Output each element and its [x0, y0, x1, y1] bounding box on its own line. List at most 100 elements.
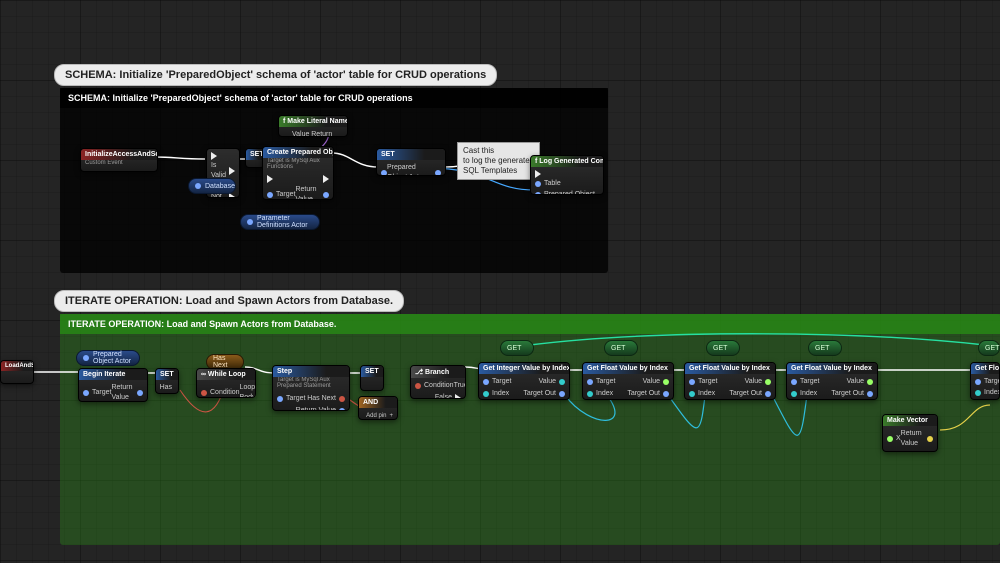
exec-pin-out[interactable]: [229, 167, 235, 175]
pin-label: Target: [698, 377, 717, 387]
node-custom-event[interactable]: InitializeAccessAndSchema Custom Event: [80, 148, 158, 172]
node-step[interactable]: Step Target is MySql Aux Prepared Statem…: [272, 365, 350, 411]
node-while-loop[interactable]: ∞ While Loop Condition Loop Body Complet…: [196, 368, 256, 398]
node-title: Get Integer Value by Index: [479, 363, 569, 374]
node-set[interactable]: SET: [360, 365, 384, 391]
data-pin-in[interactable]: [689, 391, 695, 397]
data-pin-in[interactable]: [535, 192, 541, 195]
node-and[interactable]: AND Add pin +: [358, 396, 398, 420]
node-log-generated-commands[interactable]: f Log Generated Commands Table Prepared …: [530, 155, 604, 195]
pin-label: Target Out: [729, 389, 762, 399]
data-pin-out[interactable]: [323, 192, 329, 198]
node-get[interactable]: GET: [978, 340, 1000, 356]
pin-label: Return Value: [111, 383, 134, 402]
data-pin-in[interactable]: [483, 379, 489, 385]
pin-label: Value: [847, 377, 864, 387]
exec-pin-out[interactable]: [455, 394, 461, 399]
node-custom-event[interactable]: LoadAndSpawnActors: [0, 360, 34, 384]
node-set[interactable]: SET Prepared Object Actor: [376, 148, 446, 176]
pin-label: Return Value: [311, 130, 334, 137]
pin-label: False: [435, 393, 452, 399]
data-pin-in[interactable]: [887, 436, 893, 442]
data-pin-out[interactable]: [867, 391, 873, 397]
data-pin-out[interactable]: [927, 436, 933, 442]
exec-pin-in[interactable]: [535, 170, 541, 178]
data-pin-out[interactable]: [663, 391, 669, 397]
node-title: SET: [156, 369, 178, 380]
pin-label: Return Value: [295, 185, 320, 200]
pin-label: Target: [276, 190, 295, 200]
comment-header[interactable]: SCHEMA: Initialize 'PreparedObject' sche…: [60, 88, 608, 108]
node-begin-iterate[interactable]: Begin Iterate Target Return Value Query …: [78, 368, 148, 402]
node-title: LoadAndSpawnActors: [1, 361, 33, 371]
data-pin-out[interactable]: [765, 391, 771, 397]
exec-pin-out[interactable]: [323, 175, 329, 183]
node-branch[interactable]: ⎇ Branch Condition True False: [410, 365, 466, 399]
var-database[interactable]: Database: [188, 178, 236, 194]
data-pin-in[interactable]: [587, 379, 593, 385]
data-pin-out[interactable]: [765, 379, 771, 385]
node-make-vector[interactable]: Make Vector X Return Value Y Z: [882, 414, 938, 452]
data-pin-in[interactable]: [415, 383, 421, 389]
node-title: GET: [611, 345, 625, 352]
data-pin-in[interactable]: [587, 391, 593, 397]
data-pin-in[interactable]: [689, 379, 695, 385]
node-get[interactable]: GET: [706, 340, 740, 356]
node-title: AND: [359, 397, 397, 408]
data-pin-in[interactable]: [975, 390, 981, 396]
comment-header[interactable]: ITERATE OPERATION: Load and Spawn Actors…: [60, 314, 1000, 334]
node-get[interactable]: GET: [500, 340, 534, 356]
var-parameter-definitions[interactable]: Parameter Definitions Actor: [240, 214, 320, 230]
data-pin-in[interactable]: [791, 391, 797, 397]
node-get-integer-by-index[interactable]: Get Integer Value by Index Target Value …: [478, 362, 570, 400]
node-title: f Make Literal Name: [279, 116, 347, 127]
var-prepared-object[interactable]: Prepared Object Actor: [76, 350, 140, 366]
data-pin-in[interactable]: [267, 192, 273, 198]
data-pin-out[interactable]: [339, 396, 345, 402]
pin-label: Target Out: [627, 389, 660, 399]
node-title: InitializeAccessAndSchema: [81, 149, 157, 160]
data-pin-out[interactable]: [559, 391, 565, 397]
data-pin-in[interactable]: [201, 390, 207, 396]
data-pin-in[interactable]: [277, 396, 283, 402]
data-pin-out[interactable]: [339, 408, 345, 411]
node-get-float-by-index[interactable]: Get Float Value by Index Target Value In…: [786, 362, 878, 400]
exec-pin-in[interactable]: [267, 175, 273, 183]
node-get-float-by-index[interactable]: Get Float Target Index: [970, 362, 1000, 400]
pin-label: Has Next: [160, 383, 174, 394]
data-pin-out[interactable]: [195, 183, 201, 189]
pin-label: Condition: [210, 388, 240, 398]
node-get[interactable]: GET: [808, 340, 842, 356]
node-subtitle: Custom Event: [81, 160, 157, 168]
node-title: ∞ While Loop: [197, 369, 255, 380]
node-get[interactable]: GET: [604, 340, 638, 356]
data-pin-out[interactable]: [435, 170, 441, 176]
comment-bubble: SCHEMA: Initialize 'PreparedObject' sche…: [54, 64, 497, 86]
pin-label: Index: [698, 389, 715, 399]
node-get-float-by-index[interactable]: Get Float Value by Index Target Value In…: [582, 362, 674, 400]
data-pin-in[interactable]: [975, 379, 981, 385]
node-get-float-by-index[interactable]: Get Float Value by Index Target Value In…: [684, 362, 776, 400]
node-make-literal-name[interactable]: f Make Literal Name Value actor Return V…: [278, 115, 348, 137]
data-pin-out[interactable]: [867, 379, 873, 385]
node-title: SET: [361, 366, 383, 377]
exec-pin-in[interactable]: [211, 152, 217, 160]
node-title: ⎇ Branch: [411, 366, 465, 378]
node-create-prepared-object[interactable]: Create Prepared Object Target is MySql A…: [262, 146, 334, 200]
pin-label: Target: [286, 394, 305, 404]
node-set[interactable]: SET Has Next: [155, 368, 179, 394]
add-pin-label[interactable]: Add pin: [366, 411, 386, 420]
pin-label: Target Out: [831, 389, 864, 399]
data-pin-in[interactable]: [791, 379, 797, 385]
data-pin-out[interactable]: [83, 355, 89, 361]
data-pin-out[interactable]: [137, 390, 143, 396]
pin-label: Loop Body: [240, 383, 256, 398]
data-pin-in[interactable]: [83, 390, 89, 396]
data-pin-out[interactable]: [247, 219, 253, 225]
pin-label: Value: [539, 377, 556, 387]
data-pin-out[interactable]: [663, 379, 669, 385]
data-pin-in[interactable]: [535, 181, 541, 187]
data-pin-out[interactable]: [559, 379, 565, 385]
data-pin-in[interactable]: [483, 391, 489, 397]
node-title: Create Prepared Object: [263, 147, 333, 158]
